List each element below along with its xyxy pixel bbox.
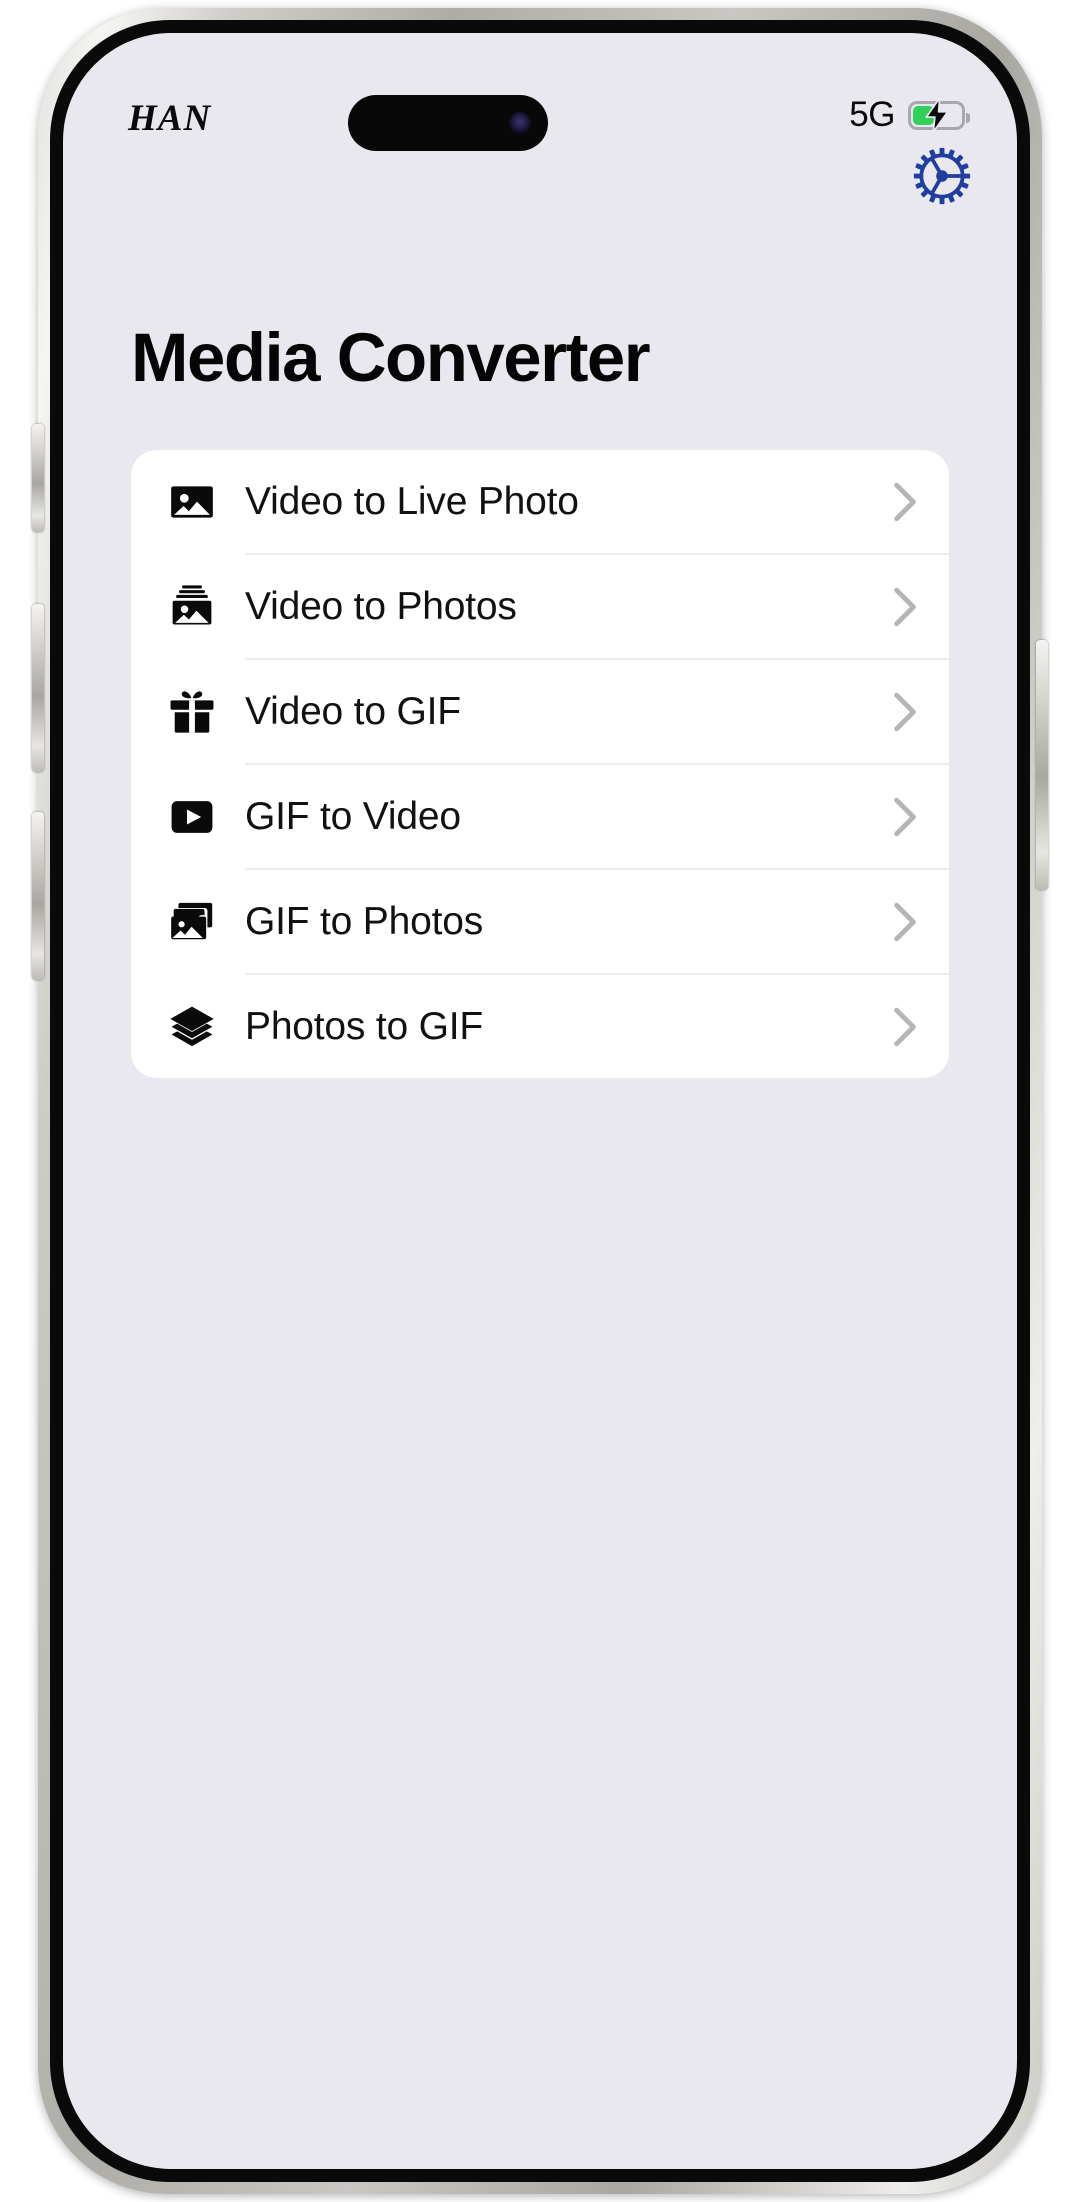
chevron-right-icon <box>891 584 919 630</box>
battery-charging-icon <box>908 98 970 132</box>
volume-down-button[interactable] <box>32 812 44 980</box>
phone-screen: HAN 5G Media Converter Video to Live Pho… <box>63 33 1017 2169</box>
list-item-label: Video to GIF <box>245 689 461 733</box>
screenshot-root: HAN 5G Media Converter Video to Live Pho… <box>0 0 1080 2202</box>
photo-multiple-icon <box>165 895 219 949</box>
action-button[interactable] <box>32 424 44 532</box>
chevron-right-icon <box>891 899 919 945</box>
play-square-icon <box>165 790 219 844</box>
list-item-photos-to-gif[interactable]: Photos to GIF <box>131 975 949 1078</box>
chevron-right-icon <box>891 479 919 525</box>
volume-up-button[interactable] <box>32 604 44 772</box>
charging-bolt-icon <box>925 98 948 132</box>
layers-icon <box>165 1000 219 1054</box>
photo-stack-icon <box>165 580 219 634</box>
converter-list-card: Video to Live Photo Video to Photos Vide… <box>131 450 949 1078</box>
photo-portrait-icon <box>165 475 219 529</box>
list-item-label: Photos to GIF <box>245 1004 484 1048</box>
network-type-label: 5G <box>849 95 895 134</box>
chevron-right-icon <box>891 1004 919 1050</box>
list-item-label: GIF to Video <box>245 794 461 838</box>
list-item-label: Video to Live Photo <box>245 479 579 523</box>
chevron-right-icon <box>891 794 919 840</box>
list-item-video-to-live-photo[interactable]: Video to Live Photo <box>131 450 949 553</box>
chevron-right-icon <box>891 689 919 735</box>
list-item-gif-to-video[interactable]: GIF to Video <box>131 765 949 868</box>
power-button[interactable] <box>1036 640 1048 890</box>
list-item-label: GIF to Photos <box>245 899 484 943</box>
front-camera-dot <box>509 112 531 134</box>
list-item-video-to-photos[interactable]: Video to Photos <box>131 555 949 658</box>
list-item-video-to-gif[interactable]: Video to GIF <box>131 660 949 763</box>
list-item-label: Video to Photos <box>245 584 517 628</box>
carrier-label: HAN <box>128 98 212 139</box>
page-title: Media Converter <box>131 319 651 396</box>
list-item-gif-to-photos[interactable]: GIF to Photos <box>131 870 949 973</box>
dynamic-island[interactable] <box>348 95 548 151</box>
gift-box-icon <box>165 685 219 739</box>
status-bar-right-cluster: 5G <box>849 95 970 135</box>
